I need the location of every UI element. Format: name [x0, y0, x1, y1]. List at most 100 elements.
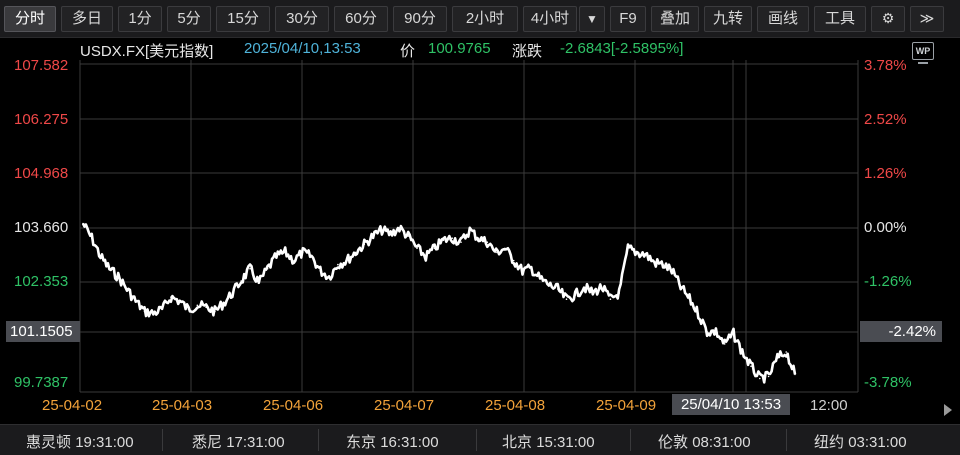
price-point: [715, 330, 717, 333]
price-point: [108, 267, 111, 270]
price-point: [785, 351, 787, 353]
price-point: [486, 241, 489, 243]
price-point: [732, 332, 735, 335]
price-point: [249, 267, 251, 270]
price-point: [521, 269, 524, 272]
price-point: [741, 351, 744, 353]
price-point: [583, 286, 585, 288]
clock-newyork: 纽约 03:31:00: [814, 431, 907, 452]
price-point: [460, 241, 462, 243]
price-line: [81, 222, 797, 384]
price-point: [723, 343, 726, 345]
price-point: [345, 259, 348, 262]
clock-london: 伦敦 08:31:00: [658, 431, 751, 452]
price-point: [170, 296, 172, 298]
clock-time: 16:31:00: [380, 434, 439, 451]
price-point: [354, 251, 357, 254]
price-point: [442, 239, 445, 241]
left-tick-5: 102.353: [14, 273, 69, 290]
clock-city: 伦敦: [658, 434, 689, 451]
price-point: [82, 222, 84, 225]
right-tick-3: 1.26%: [864, 165, 907, 182]
price-point: [671, 269, 673, 272]
price-point: [302, 251, 304, 254]
price-point: [275, 255, 278, 258]
x-tick-4: 25-04-07: [374, 397, 435, 414]
clock-sydney: 悉尼 17:31:00: [192, 431, 285, 452]
price-point: [469, 229, 471, 231]
right-tick-5: -1.26%: [864, 273, 912, 290]
price-point: [759, 377, 761, 380]
price-point: [636, 251, 638, 254]
price-point: [767, 375, 770, 378]
price-point: [205, 306, 207, 309]
left-tick-7: 99.7387: [14, 374, 69, 391]
clock-city: 东京: [346, 434, 377, 451]
price-point: [451, 237, 454, 239]
clock-time: 08:31:00: [692, 434, 751, 451]
x-tick-8: 12:00: [810, 397, 848, 414]
right-tick-2: 2.52%: [864, 111, 907, 128]
price-point: [416, 247, 418, 250]
price-point: [495, 251, 497, 254]
price-point: [178, 300, 181, 303]
price-point: [310, 255, 313, 258]
price-point: [688, 298, 691, 301]
scroll-right-icon[interactable]: [944, 404, 952, 416]
price-point: [556, 288, 559, 290]
price-point: [381, 229, 383, 231]
price-point: [644, 253, 647, 256]
price-point: [794, 373, 796, 376]
price-point: [99, 255, 102, 258]
price-point: [592, 292, 594, 294]
price-point: [240, 280, 242, 282]
clock-city: 纽约: [814, 434, 845, 451]
price-point: [161, 308, 163, 311]
crosshair-time-tag: 25/04/10 13:53: [672, 394, 790, 415]
price-point: [574, 294, 576, 296]
price-point: [222, 302, 225, 305]
price-point: [389, 233, 392, 235]
left-tick-1: 107.582: [14, 57, 69, 74]
price-point: [407, 235, 410, 237]
clock-city: 北京: [502, 434, 533, 451]
clock-wellington: 惠灵顿 19:31:00: [26, 431, 134, 452]
price-point: [91, 237, 93, 239]
right-tick-7: -3.78%: [864, 374, 912, 391]
left-tick-3: 104.968: [14, 165, 69, 182]
price-point: [512, 259, 515, 262]
price-point: [539, 278, 541, 280]
price-point: [214, 310, 216, 313]
clock-tokyo: 东京 16:31:00: [346, 431, 439, 452]
clock-beijing: 北京 15:31:00: [502, 431, 595, 452]
intraday-chart[interactable]: [0, 0, 960, 455]
clock-divider: [476, 429, 477, 451]
price-point: [196, 304, 199, 307]
clock-time: 17:31:00: [226, 434, 285, 451]
price-point: [187, 308, 190, 311]
price-point: [363, 243, 366, 246]
clock-time: 03:31:00: [848, 434, 907, 451]
price-point: [231, 292, 234, 294]
price-point: [328, 276, 330, 278]
clock-divider: [630, 429, 631, 451]
price-point: [565, 298, 568, 301]
price-point: [398, 227, 401, 229]
price-point: [258, 282, 260, 284]
price-point: [134, 300, 137, 303]
x-tick-5: 25-04-08: [485, 397, 546, 414]
price-point: [627, 247, 629, 250]
price-point: [372, 235, 374, 237]
price-point: [319, 269, 322, 272]
price-point: [653, 261, 656, 264]
price-point: [697, 312, 700, 315]
clock-time: 15:31:00: [536, 434, 595, 451]
x-tick-6: 25-04-09: [596, 397, 657, 414]
clock-city: 悉尼: [192, 434, 223, 451]
price-point: [530, 267, 533, 270]
clock-divider: [162, 429, 163, 451]
price-point: [433, 247, 436, 250]
current-price-tag: 101.1505: [6, 321, 80, 342]
price-point: [293, 259, 295, 262]
price-point: [337, 263, 339, 266]
